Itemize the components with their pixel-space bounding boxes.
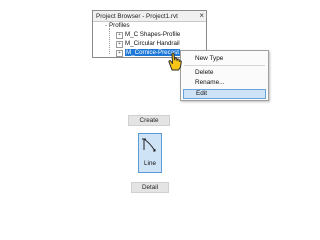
line-tool-label: Line — [144, 160, 156, 167]
hand-pointer-icon — [168, 52, 182, 71]
menu-item-rename[interactable]: Rename... — [195, 78, 224, 87]
tree-connector-line — [109, 28, 110, 54]
tree-node-label: M_Circular Handrail — [125, 40, 180, 47]
menu-item-delete[interactable]: Delete — [195, 68, 213, 77]
line-draw-icon — [142, 138, 156, 152]
detail-panel-label: Detail — [131, 182, 169, 193]
context-menu: New Type Delete Rename... Edit — [180, 50, 269, 101]
close-icon[interactable]: × — [199, 11, 204, 21]
menu-separator — [184, 65, 265, 66]
menu-item-edit[interactable]: Edit — [183, 89, 266, 99]
menu-item-new-type[interactable]: New Type — [195, 54, 223, 63]
project-browser-title: Project Browser - Project1.rvt — [93, 11, 206, 22]
tree-node-label: Profiles — [109, 22, 130, 29]
tree-node-item[interactable]: + M_Circular Handrail — [116, 40, 180, 48]
line-tool-button[interactable]: Line — [138, 133, 162, 173]
tree-node-item[interactable]: + M_C Shapes-Profile — [116, 31, 180, 39]
expand-icon[interactable]: + — [116, 31, 123, 39]
expand-icon[interactable]: + — [116, 49, 123, 57]
collapse-icon[interactable]: - — [105, 23, 107, 29]
tree-node-label: M_C Shapes-Profile — [125, 31, 181, 38]
tree-node-profiles[interactable]: - Profiles — [105, 22, 130, 30]
create-panel-label: Create — [128, 115, 170, 126]
expand-icon[interactable]: + — [116, 40, 123, 48]
project-browser-title-text: Project Browser - Project1.rvt — [96, 13, 178, 20]
